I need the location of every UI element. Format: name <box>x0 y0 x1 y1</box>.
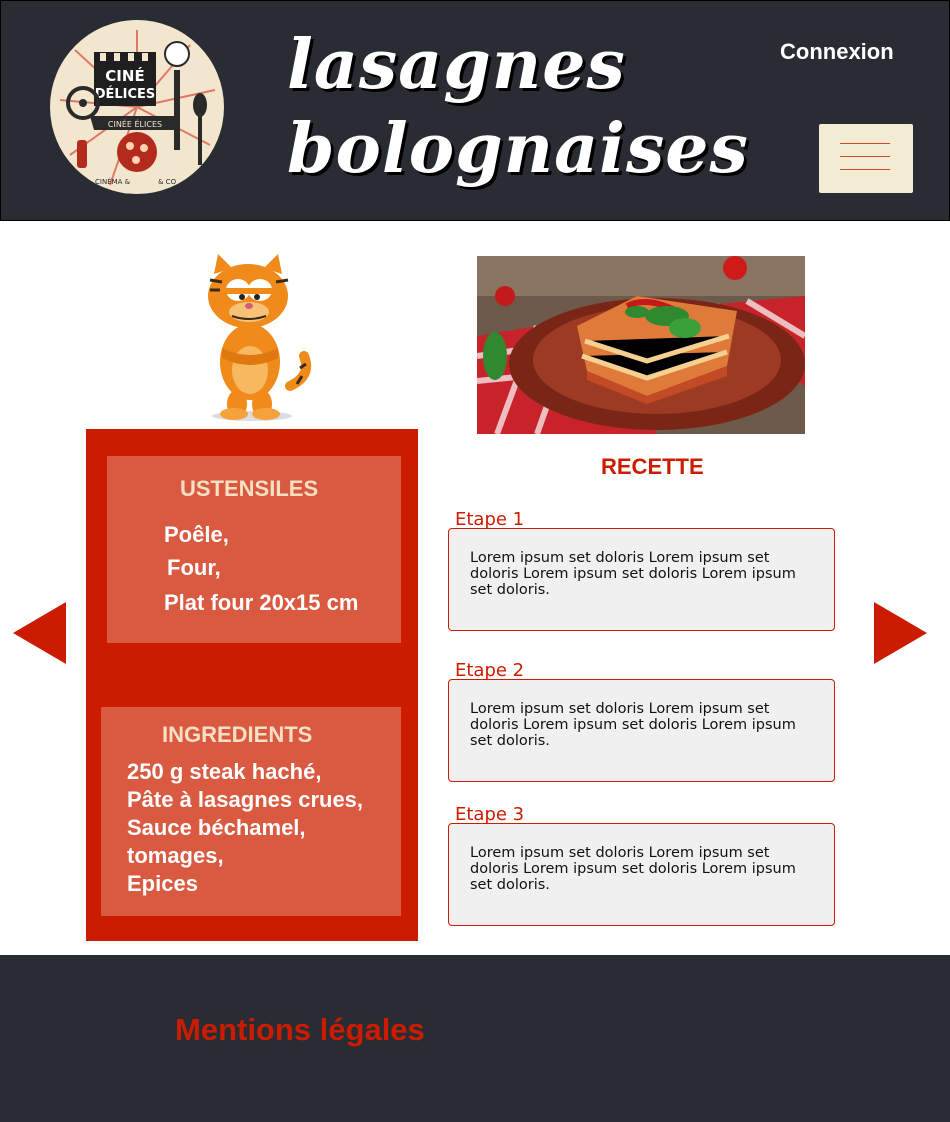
ingredients-box: INGREDIENTS 250 g steak haché, Pâte à la… <box>101 707 401 916</box>
ustensile-item: Poêle, <box>164 522 229 547</box>
step-3-label: Etape 3 <box>455 804 525 825</box>
step-1-text: Lorem ipsum set doloris Lorem ipsum set … <box>470 550 796 598</box>
step-2-label: Etape 2 <box>455 660 525 681</box>
logo-bottom-left-text: CINÉMA & <box>95 177 131 186</box>
legal-mentions-link[interactable]: Mentions légales <box>175 1012 425 1048</box>
login-link[interactable]: Connexion <box>780 39 894 65</box>
ingredient-item: 250 g steak haché, <box>127 759 322 784</box>
triangle-right-icon[interactable] <box>874 602 927 664</box>
burger-line <box>840 143 890 144</box>
recette-title: RECETTE <box>601 454 704 479</box>
burger-line <box>840 169 890 170</box>
step-2-card: Lorem ipsum set doloris Lorem ipsum set … <box>448 679 835 782</box>
ingredient-item: Epices <box>127 871 198 896</box>
logo-graphic: CINÉ DÉLICES CINÉE ÉLICES CINÉMA & & CO <box>51 21 223 193</box>
site-footer: Mentions légales <box>0 955 950 1122</box>
ustensile-item: Four, <box>167 555 221 580</box>
ingredients-title: INGREDIENTS <box>162 722 313 747</box>
triangle-left-icon[interactable] <box>13 602 66 664</box>
logo-text-cine: CINÉ <box>105 66 144 85</box>
burger-line <box>840 156 890 157</box>
cine-delices-logo[interactable]: CINÉ DÉLICES CINÉE ÉLICES CINÉMA & & CO <box>50 20 224 194</box>
ustensiles-title: USTENSILES <box>180 476 319 501</box>
logo-bottom-right-text: & CO <box>158 178 177 186</box>
lasagna-photo <box>477 256 805 434</box>
step-1-card: Lorem ipsum set doloris Lorem ipsum set … <box>448 528 835 631</box>
hamburger-menu-icon[interactable] <box>819 124 913 193</box>
ustensiles-box: USTENSILES Poêle, Four, Plat four 20x15 … <box>107 456 401 643</box>
ustensile-item: Plat four 20x15 cm <box>164 590 359 615</box>
garfield-illustration <box>182 244 322 424</box>
ingredient-item: Pâte à lasagnes crues, <box>127 787 364 812</box>
site-header: CINÉ DÉLICES CINÉE ÉLICES CINÉMA & & CO … <box>0 0 950 221</box>
ingredient-item: Sauce béchamel, <box>127 815 306 840</box>
ingredient-item: tomages, <box>127 843 224 868</box>
logo-banner-text: CINÉE ÉLICES <box>108 118 162 129</box>
step-2-text: Lorem ipsum set doloris Lorem ipsum set … <box>470 701 796 749</box>
step-1-label: Etape 1 <box>455 509 525 530</box>
page-title: lasagnes bolognaises <box>287 25 749 189</box>
step-3-text: Lorem ipsum set doloris Lorem ipsum set … <box>470 845 796 893</box>
step-3-card: Lorem ipsum set doloris Lorem ipsum set … <box>448 823 835 926</box>
logo-text-delices: DÉLICES <box>95 86 156 102</box>
